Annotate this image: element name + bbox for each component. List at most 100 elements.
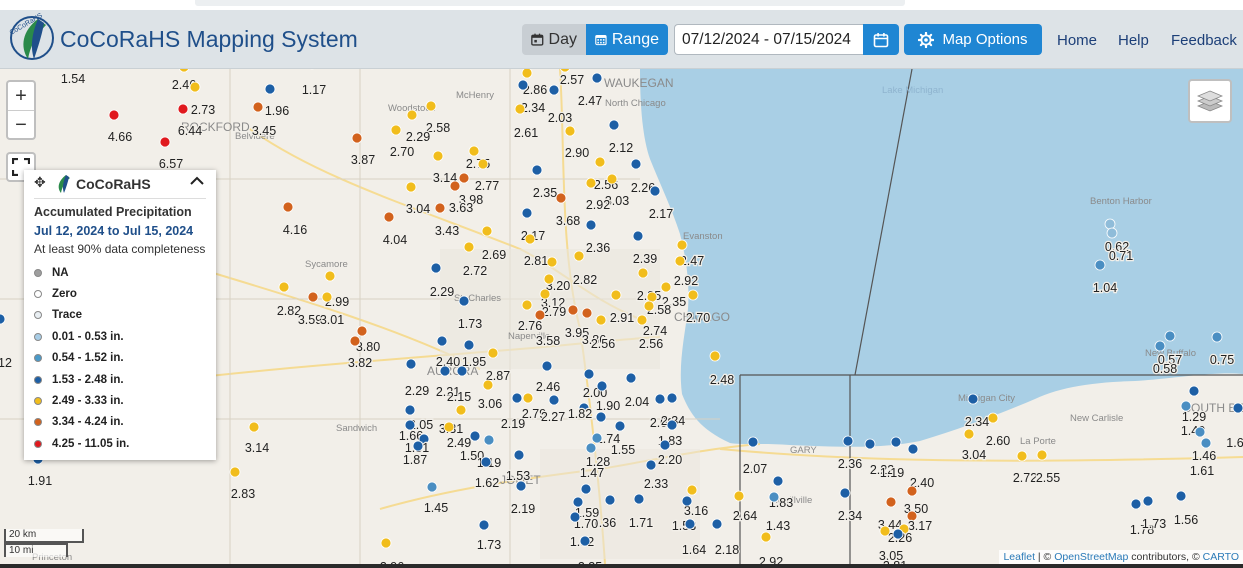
station-dot[interactable] (383, 211, 395, 223)
station-marker[interactable]: 2.39 (632, 230, 658, 267)
station-marker[interactable]: 4.16 (282, 201, 308, 238)
station-marker[interactable]: 6.57 (158, 136, 184, 172)
station-dot[interactable] (513, 449, 525, 461)
station-marker[interactable]: 2.03 (547, 84, 573, 126)
station-marker[interactable]: 3.06 (477, 379, 503, 412)
station-dot[interactable] (747, 436, 759, 448)
station-dot[interactable] (606, 173, 618, 185)
station-marker[interactable]: 2.60 (985, 412, 1011, 449)
station-marker[interactable]: 2.73 (190, 81, 216, 118)
station-dot[interactable] (879, 525, 891, 537)
chevron-up-icon[interactable] (188, 172, 206, 190)
station-marker[interactable]: 2.36 (585, 219, 611, 256)
station-dot[interactable] (469, 430, 481, 442)
station-marker[interactable]: 2.55 (1035, 449, 1061, 486)
station-marker[interactable]: 3.68 (555, 192, 581, 229)
station-dot[interactable] (967, 393, 979, 405)
station-dot[interactable] (425, 100, 437, 112)
station-marker[interactable]: 12 (0, 313, 13, 371)
station-marker[interactable]: 1.73 (1141, 495, 1167, 532)
station-dot[interactable] (579, 535, 591, 547)
station-dot[interactable] (434, 202, 446, 214)
station-dot[interactable] (885, 496, 897, 508)
station-marker[interactable]: 1.56 (1173, 490, 1199, 528)
station-dot[interactable] (604, 494, 616, 506)
station-dot[interactable] (569, 511, 581, 523)
station-dot[interactable] (1142, 495, 1154, 507)
station-dot[interactable] (252, 101, 264, 113)
station-dot[interactable] (108, 109, 120, 121)
station-dot[interactable] (0, 313, 6, 325)
station-dot[interactable] (892, 528, 904, 540)
station-dot[interactable] (351, 132, 363, 144)
station-marker[interactable]: 3.87 (350, 132, 376, 168)
station-dot[interactable] (229, 466, 241, 478)
calendar-picker-button[interactable] (863, 24, 899, 55)
station-dot[interactable] (177, 103, 189, 115)
station-dot[interactable] (630, 158, 642, 170)
nav-home-link[interactable]: Home (1057, 32, 1097, 49)
station-marker[interactable]: 1.17 (301, 69, 327, 98)
station-marker[interactable]: 4.66 (107, 109, 133, 145)
station-dot[interactable] (890, 436, 902, 448)
station-dot[interactable] (614, 420, 626, 432)
station-dot[interactable] (455, 404, 467, 416)
station-dot[interactable] (178, 69, 190, 73)
station-dot[interactable] (514, 103, 526, 115)
day-button[interactable]: Day (522, 24, 586, 55)
station-dot[interactable] (595, 314, 607, 326)
station-dot[interactable] (906, 485, 918, 497)
station-dot[interactable] (585, 442, 597, 454)
station-dot[interactable] (564, 125, 576, 137)
station-marker[interactable]: 2.99 (324, 270, 350, 310)
station-dot[interactable] (625, 372, 637, 384)
station-dot[interactable] (760, 531, 772, 543)
leaflet-link[interactable]: Leaflet (1003, 551, 1035, 563)
station-dot[interactable] (864, 438, 876, 450)
station-dot[interactable] (436, 335, 448, 347)
station-marker[interactable]: 2.12 (608, 119, 634, 156)
station-marker[interactable]: 1.45 (423, 481, 449, 516)
station-dot[interactable] (1200, 437, 1212, 449)
station-dot[interactable] (645, 459, 657, 471)
station-dot[interactable] (1130, 498, 1142, 510)
station-dot[interactable] (637, 267, 649, 279)
station-dot[interactable] (380, 537, 392, 549)
station-marker[interactable]: 2.29 (404, 358, 430, 399)
station-dot[interactable] (248, 421, 260, 433)
station-dot[interactable] (643, 300, 655, 312)
station-dot[interactable] (768, 491, 780, 503)
station-dot[interactable] (595, 411, 607, 423)
station-marker[interactable]: 2.18 (711, 518, 740, 558)
station-dot[interactable] (449, 180, 461, 192)
station-dot[interactable] (390, 124, 402, 136)
station-dot[interactable] (608, 119, 620, 131)
station-dot[interactable] (282, 201, 294, 213)
station-dot[interactable] (666, 419, 678, 431)
station-dot[interactable] (159, 136, 171, 148)
station-dot[interactable] (482, 379, 494, 391)
station-dot[interactable] (432, 150, 444, 162)
station-dot[interactable] (591, 432, 603, 444)
station-marker[interactable]: 2.04 (624, 372, 650, 410)
station-dot[interactable] (521, 207, 533, 219)
station-marker[interactable]: 3.59 (297, 291, 323, 328)
station-dot[interactable] (1164, 330, 1176, 342)
station-dot[interactable] (654, 393, 666, 405)
station-marker[interactable]: 2.57 (559, 69, 585, 88)
station-dot[interactable] (646, 291, 658, 303)
station-dot[interactable] (1232, 402, 1243, 414)
station-marker[interactable]: 3.31 (438, 404, 467, 437)
station-dot[interactable] (324, 270, 336, 282)
station-dot[interactable] (583, 368, 595, 380)
station-dot[interactable] (711, 518, 723, 530)
station-dot[interactable] (1211, 331, 1223, 343)
date-range-input[interactable] (674, 24, 864, 55)
station-dot[interactable] (839, 487, 851, 499)
station-dot[interactable] (456, 365, 468, 377)
range-button[interactable]: Range (586, 24, 668, 55)
layers-button[interactable] (1188, 79, 1232, 123)
station-dot[interactable] (733, 490, 745, 502)
station-dot[interactable] (412, 440, 424, 452)
station-dot[interactable] (674, 255, 686, 267)
